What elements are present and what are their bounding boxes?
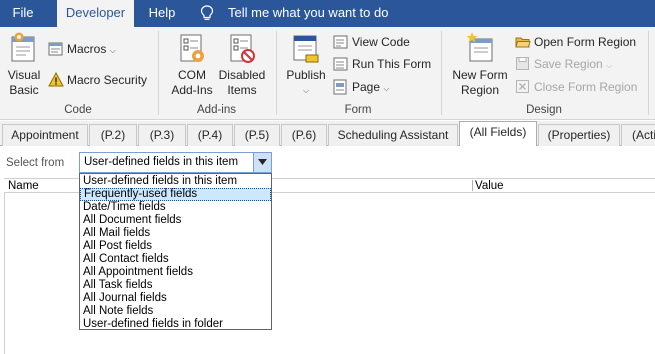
select-from-combobox[interactable]: User-defined fields in this item: [79, 152, 272, 173]
tab-developer[interactable]: Developer: [57, 0, 134, 28]
page-icon: [333, 79, 347, 95]
macros-icon: [48, 42, 63, 56]
visual-basic-label-2: Basic: [9, 83, 39, 97]
tab-file[interactable]: File: [0, 0, 46, 27]
close-form-region-label: Close Form Region: [534, 80, 638, 94]
page-tab-appointment[interactable]: Appointment: [2, 124, 88, 146]
new-form-region-label-1: New Form: [452, 68, 508, 82]
page-tab-properties[interactable]: (Properties): [538, 124, 620, 146]
dropdown-option[interactable]: Date/Time fields: [80, 201, 271, 214]
tab-help[interactable]: Help: [140, 0, 184, 27]
page-tab-p6[interactable]: (P.6): [281, 124, 327, 146]
column-resize-handle[interactable]: [472, 180, 473, 191]
dropdown-option[interactable]: All Post fields: [80, 240, 271, 253]
com-addins-label-1: COM: [178, 68, 206, 82]
publish-icon: [293, 35, 319, 63]
com-addins-label-2: Add-Ins: [171, 83, 213, 97]
dropdown-option[interactable]: All Note fields: [80, 305, 271, 318]
visual-basic-label-1: Visual: [7, 68, 41, 82]
dropdown-option[interactable]: User-defined fields in this item: [80, 175, 271, 188]
dropdown-option[interactable]: All Task fields: [80, 279, 271, 292]
group-divider: [441, 31, 442, 115]
macro-security-label: Macro Security: [67, 73, 148, 87]
select-from-value: User-defined fields in this item: [84, 156, 239, 168]
publish-label: Publish: [286, 68, 326, 82]
page-label: Page: [352, 80, 381, 94]
select-from-label: Select from: [6, 157, 65, 169]
disabled-items-label-1: Disabled: [218, 68, 266, 82]
disabled-items-icon: [230, 34, 255, 63]
chevron-down-icon: ⌵: [383, 84, 390, 93]
new-form-region-label-2: Region: [460, 83, 500, 97]
page-tab-p5[interactable]: (P.5): [234, 124, 280, 146]
macro-security-icon: [48, 72, 64, 87]
ribbon-tab-bar: File Developer Help Tell me what you wan…: [0, 0, 655, 28]
publish-button[interactable]: Publish ⌵: [283, 31, 329, 98]
page-tab-actions[interactable]: (Acti: [621, 124, 655, 146]
group-divider: [158, 31, 159, 115]
dropdown-option[interactable]: User-defined fields in folder: [80, 318, 271, 331]
dropdown-option[interactable]: All Journal fields: [80, 292, 271, 305]
page-tab-all-fields[interactable]: (All Fields): [459, 121, 537, 147]
combobox-dropdown-button[interactable]: [253, 153, 271, 172]
com-addins-icon: [180, 34, 204, 62]
chevron-down-icon: ⌵: [606, 61, 613, 70]
close-region-icon: [516, 80, 529, 93]
run-form-icon: [333, 57, 348, 71]
dropdown-option[interactable]: All Mail fields: [80, 227, 271, 240]
code-group-label: Code: [64, 104, 92, 116]
dropdown-option-highlighted[interactable]: Frequently-used fields: [80, 188, 271, 201]
run-this-form-label: Run This Form: [352, 57, 432, 71]
page-tab-p2[interactable]: (P.2): [89, 124, 137, 146]
chevron-down-icon: ⌵: [302, 86, 310, 95]
design-group-label: Design: [526, 104, 562, 116]
disabled-items-button[interactable]: Disabled Items: [216, 31, 268, 98]
macros-label: Macros: [67, 42, 107, 56]
lightbulb-icon: [200, 5, 214, 20]
form-page-tabs: Appointment (P.2) (P.3) (P.4) (P.5) (P.6…: [0, 121, 655, 147]
group-divider: [648, 31, 649, 115]
addins-group-label: Add-ins: [197, 104, 236, 116]
open-form-region-label: Open Form Region: [534, 35, 637, 49]
page-tab-scheduling-assistant[interactable]: Scheduling Assistant: [328, 124, 458, 146]
dropdown-arrow-icon: [258, 159, 267, 165]
disabled-items-label-2: Items: [227, 83, 257, 97]
dropdown-option[interactable]: All Contact fields: [80, 253, 271, 266]
new-form-region-button[interactable]: New Form Region: [449, 31, 511, 98]
select-from-dropdown-list: User-defined fields in this item Frequen…: [79, 173, 272, 330]
ribbon: Visual Basic Macros ⌵ Macro Security Cod…: [0, 27, 655, 120]
page-tab-p4[interactable]: (P.4): [187, 124, 233, 146]
column-header-value[interactable]: Value: [475, 180, 504, 192]
chevron-down-icon: ⌵: [109, 46, 116, 55]
visual-basic-button[interactable]: Visual Basic: [4, 31, 44, 98]
view-code-label: View Code: [352, 35, 410, 49]
new-form-region-icon: [466, 32, 493, 62]
save-region-label: Save Region: [534, 57, 603, 71]
group-divider: [276, 31, 277, 115]
column-header-name[interactable]: Name: [8, 180, 39, 192]
tell-me-label: Tell me what you want to do: [228, 5, 389, 20]
visual-basic-icon: [11, 32, 35, 62]
view-code-icon: [333, 35, 348, 49]
form-group-label: Form: [344, 104, 372, 116]
open-folder-icon: [515, 37, 531, 48]
dropdown-option[interactable]: All Document fields: [80, 214, 271, 227]
page-tab-p3[interactable]: (P.3): [138, 124, 186, 146]
com-addins-button[interactable]: COM Add-Ins: [166, 31, 218, 98]
save-icon: [516, 57, 529, 70]
dropdown-option[interactable]: All Appointment fields: [80, 266, 271, 279]
